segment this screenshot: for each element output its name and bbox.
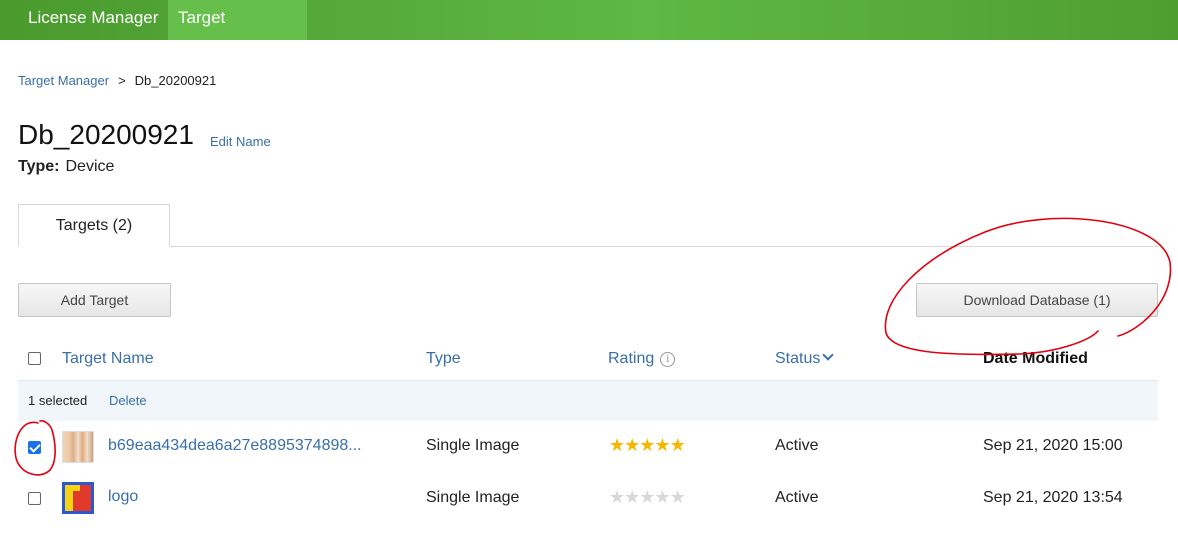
- star-rating: ★★★★★: [609, 487, 686, 508]
- target-name-link[interactable]: b69eaa434dea6a27e8895374898...: [108, 437, 362, 455]
- target-thumbnail: [62, 431, 94, 463]
- info-icon[interactable]: i: [660, 352, 676, 367]
- status-header-label: Status: [775, 350, 821, 367]
- target-thumbnail: [62, 482, 94, 514]
- target-status: Active: [775, 489, 819, 506]
- target-date-modified: Sep 21, 2020 13:54: [983, 489, 1123, 506]
- star-filled-icon: ★: [654, 435, 670, 456]
- breadcrumb-current: Db_20200921: [134, 73, 217, 88]
- star-empty-icon: ★: [609, 487, 625, 508]
- target-type: Single Image: [426, 437, 520, 454]
- select-all-checkbox[interactable]: [28, 352, 41, 365]
- target-type: Single Image: [426, 489, 520, 506]
- tab-targets[interactable]: Targets (2): [18, 204, 170, 247]
- type-label: Type:: [18, 158, 60, 175]
- column-header-date-modified[interactable]: Date Modified: [983, 350, 1088, 368]
- type-value: Device: [65, 158, 115, 175]
- nav-target-manager[interactable]: Target Manager: [168, 0, 307, 63]
- tab-bar-divider: [18, 246, 1158, 247]
- breadcrumb-target-manager[interactable]: Target Manager: [18, 73, 109, 88]
- chevron-right-icon: >: [118, 73, 126, 88]
- row-checkbox[interactable]: [28, 492, 41, 505]
- chevron-down-icon: [822, 349, 835, 361]
- column-header-target-name[interactable]: Target Name: [62, 350, 154, 368]
- star-filled-icon: ★: [669, 435, 686, 456]
- star-empty-icon: ★: [654, 487, 670, 508]
- page-title: Db_20200921: [18, 119, 194, 150]
- star-filled-icon: ★: [609, 435, 625, 456]
- star-empty-icon: ★: [639, 487, 655, 508]
- add-target-button[interactable]: Add Target: [18, 283, 171, 317]
- star-empty-icon: ★: [669, 487, 686, 508]
- breadcrumb: Target Manager > Db_20200921: [18, 73, 216, 88]
- rating-header-label: Rating: [608, 350, 655, 367]
- target-name-link[interactable]: logo: [108, 488, 138, 506]
- star-empty-icon: ★: [624, 487, 640, 508]
- selection-count: 1 selected: [28, 393, 88, 408]
- star-rating: ★★★★★: [609, 435, 686, 456]
- star-filled-icon: ★: [624, 435, 640, 456]
- column-header-rating[interactable]: Rating i: [608, 350, 676, 368]
- download-database-button[interactable]: Download Database (1): [916, 283, 1158, 317]
- nav-license-manager[interactable]: License Manager: [18, 0, 168, 40]
- top-nav-bar: License Manager Target Manager: [0, 0, 1178, 63]
- selection-bar: [18, 380, 1158, 421]
- database-type: Type: Device: [18, 158, 114, 176]
- row-checkbox[interactable]: [28, 441, 41, 454]
- target-status: Active: [775, 437, 819, 454]
- edit-name-link[interactable]: Edit Name: [210, 134, 271, 149]
- column-header-type[interactable]: Type: [426, 350, 461, 368]
- column-header-status[interactable]: Status: [775, 349, 835, 368]
- star-filled-icon: ★: [639, 435, 655, 456]
- delete-selected-link[interactable]: Delete: [109, 393, 147, 408]
- target-date-modified: Sep 21, 2020 15:00: [983, 437, 1123, 454]
